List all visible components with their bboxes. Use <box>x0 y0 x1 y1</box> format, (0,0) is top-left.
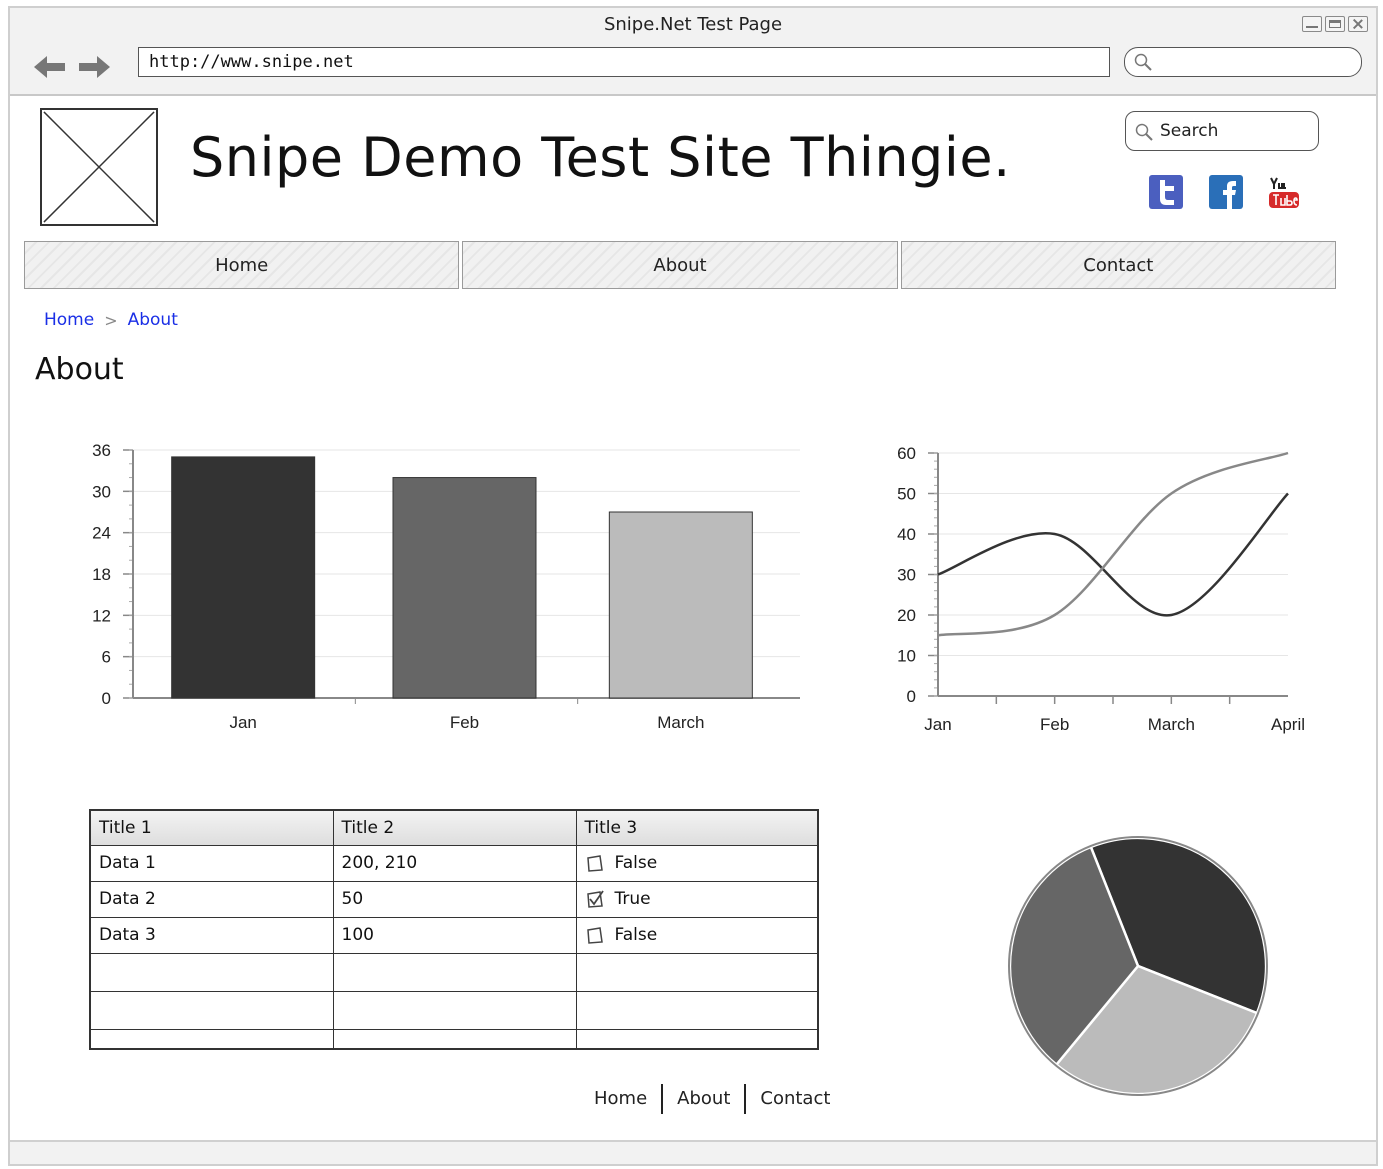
table-cell[interactable] <box>89 990 334 1030</box>
y-tick-label: 30 <box>897 566 916 585</box>
url-input[interactable]: http://www.snipe.net <box>138 47 1110 77</box>
window-title: Snipe.Net Test Page <box>603 14 783 35</box>
x-tick-label: Feb <box>450 713 479 732</box>
table-cell[interactable] <box>575 1028 819 1050</box>
checkbox-label: True <box>614 889 651 909</box>
footer-links: Home About Contact <box>580 1084 844 1114</box>
site-search-input[interactable]: Search <box>1125 111 1319 151</box>
series-line <box>937 451 1289 637</box>
y-tick-label: 6 <box>102 648 111 667</box>
browser-search-input[interactable] <box>1124 47 1362 77</box>
breadcrumb-home[interactable]: Home <box>44 310 94 330</box>
table-cell[interactable] <box>89 1028 334 1050</box>
y-tick-label: 12 <box>92 606 111 625</box>
forward-arrow-icon[interactable] <box>78 54 110 80</box>
table-cell[interactable]: 200, 210 <box>332 844 577 882</box>
table-cell-checkbox[interactable]: False <box>575 844 819 882</box>
twitter-icon[interactable] <box>1148 174 1184 210</box>
table-cell[interactable]: Data 3 <box>89 916 334 954</box>
address-bar: http://www.snipe.net <box>10 44 1376 96</box>
table-cell[interactable] <box>89 952 334 992</box>
table-cell[interactable]: Data 2 <box>89 880 334 918</box>
table-cell[interactable] <box>332 1028 577 1050</box>
y-tick-label: 0 <box>907 687 916 706</box>
table-row-empty <box>89 990 819 1030</box>
data-table: Title 1 Title 2 Title 3 Data 1 200, 210 Fa… <box>89 809 819 1050</box>
table-cell-checkbox[interactable]: False <box>575 916 819 954</box>
y-tick-label: 10 <box>897 647 916 666</box>
y-tick-label: 20 <box>897 606 916 625</box>
table-row-empty <box>89 1028 819 1050</box>
table-header-row: Title 1 Title 2 Title 3 <box>89 809 819 846</box>
checkbox-unchecked-icon[interactable] <box>585 853 605 873</box>
y-tick-label: 18 <box>92 565 111 584</box>
search-icon <box>1135 123 1153 141</box>
line-chart: 0 10 20 30 40 50 60 Jan Feb March April <box>897 444 1305 734</box>
page-title: About <box>35 352 124 387</box>
maximize-icon[interactable] <box>1325 16 1345 32</box>
nav-home[interactable]: Home <box>24 241 460 289</box>
minimize-icon[interactable] <box>1302 16 1322 32</box>
table-cell[interactable]: 100 <box>332 916 577 954</box>
browser-window: Snipe.Net Test Page http://www.snipe.net… <box>8 6 1378 1166</box>
nav-about[interactable]: About <box>462 241 898 289</box>
footer-link-about[interactable]: About <box>663 1084 744 1114</box>
footer-link-home[interactable]: Home <box>580 1084 661 1114</box>
footer-link-contact[interactable]: Contact <box>746 1084 844 1114</box>
y-tick-label: 36 <box>92 441 111 460</box>
bar-chart: 0 6 12 18 24 30 36 Jan Feb March <box>92 441 800 732</box>
table-cell[interactable] <box>575 952 819 992</box>
bar <box>392 477 537 699</box>
y-tick-label: 50 <box>897 485 916 504</box>
back-arrow-icon[interactable] <box>34 54 66 80</box>
x-tick-label: Feb <box>1040 715 1069 734</box>
table-header-cell[interactable]: Title 3 <box>575 809 819 846</box>
breadcrumb: Home > About <box>44 310 178 330</box>
search-icon <box>1134 53 1152 71</box>
x-tick-label: March <box>1148 715 1195 734</box>
window-controls <box>1302 16 1368 32</box>
table-cell[interactable] <box>332 990 577 1030</box>
main-nav: Home About Contact <box>24 241 1336 289</box>
y-tick-label: 60 <box>897 444 916 463</box>
x-tick-label: Jan <box>229 713 256 732</box>
table-row-empty <box>89 952 819 992</box>
y-tick-label: 40 <box>897 525 916 544</box>
y-tick-label: 30 <box>92 482 111 501</box>
table-cell[interactable] <box>575 990 819 1030</box>
checkbox-checked-icon[interactable] <box>585 889 605 909</box>
pie-chart <box>1008 836 1268 1096</box>
x-tick-label: April <box>1271 715 1305 734</box>
x-tick-label: March <box>657 713 704 732</box>
table-cell[interactable] <box>332 952 577 992</box>
checkbox-label: False <box>614 925 658 945</box>
table-header-cell[interactable]: Title 2 <box>332 809 577 846</box>
logo-placeholder <box>40 108 158 226</box>
table-row: Data 1 200, 210 False <box>89 844 819 882</box>
table-cell[interactable]: 50 <box>332 880 577 918</box>
status-bar <box>10 1140 1376 1164</box>
bar <box>608 511 753 699</box>
youtube-icon[interactable] <box>1266 174 1302 210</box>
facebook-icon[interactable] <box>1208 174 1244 210</box>
table-header-cell[interactable]: Title 1 <box>89 809 334 846</box>
close-icon[interactable] <box>1348 16 1368 32</box>
y-tick-label: 0 <box>102 689 111 708</box>
title-bar: Snipe.Net Test Page <box>10 8 1376 44</box>
nav-contact[interactable]: Contact <box>900 241 1336 289</box>
checkbox-label: False <box>614 853 658 873</box>
bar <box>171 456 316 699</box>
table-cell-checkbox[interactable]: True <box>575 880 819 918</box>
table-cell[interactable]: Data 1 <box>89 844 334 882</box>
chevron-right-icon: > <box>104 310 118 330</box>
y-tick-label: 24 <box>92 524 111 543</box>
breadcrumb-about[interactable]: About <box>128 310 178 330</box>
site-title: Snipe Demo Test Site Thingie. <box>190 126 1011 189</box>
table-row: Data 3 100 False <box>89 916 819 954</box>
checkbox-unchecked-icon[interactable] <box>585 925 605 945</box>
search-placeholder: Search <box>1160 121 1219 141</box>
x-tick-label: Jan <box>924 715 951 734</box>
table-row: Data 2 50 True <box>89 880 819 918</box>
